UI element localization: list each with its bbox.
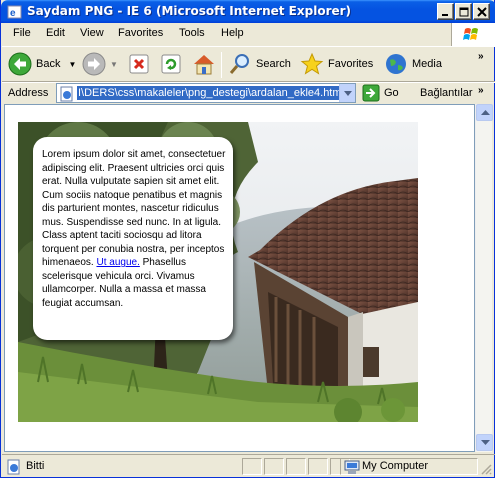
menu-help[interactable]: Help — [221, 27, 244, 39]
menu-edit[interactable]: Edit — [46, 27, 65, 39]
forward-button[interactable]: ▼ — [82, 49, 118, 79]
menu-tools[interactable]: Tools — [179, 27, 205, 39]
back-button[interactable]: Back ▼ — [8, 49, 76, 79]
search-icon — [229, 54, 249, 74]
links-chevron-icon[interactable]: » — [478, 85, 484, 96]
done-page-icon — [6, 459, 22, 478]
favorites-button[interactable]: Favorites — [300, 49, 373, 79]
links-label[interactable]: Bağlantılar — [420, 87, 473, 99]
status-cell — [264, 458, 284, 475]
ie-logo-icon: e — [7, 4, 23, 20]
search-label: Search — [256, 58, 291, 70]
media-globe-icon — [386, 54, 406, 74]
media-label: Media — [412, 58, 442, 70]
status-text: Bitti — [26, 460, 45, 472]
stop-icon — [129, 54, 149, 74]
go-button[interactable]: Go — [362, 84, 399, 102]
status-cell — [286, 458, 306, 475]
menu-view[interactable]: View — [80, 27, 104, 39]
address-label: Address — [8, 87, 49, 99]
maximize-button[interactable] — [455, 3, 472, 20]
card-text-start: Lorem ipsum dolor sit amet, consectetuer… — [42, 149, 226, 268]
go-arrow-icon — [362, 84, 380, 102]
search-button[interactable]: Search — [228, 49, 291, 79]
favorites-label: Favorites — [328, 58, 374, 70]
title-bar[interactable]: e Saydam PNG - IE 6 (Microsoft Internet … — [1, 0, 495, 23]
toolbar-separator — [221, 52, 222, 78]
svg-text:e: e — [10, 8, 16, 19]
address-url[interactable]: I\DERS\css\makaleler\png_destegi\ardalan… — [77, 86, 345, 100]
address-input[interactable]: I\DERS\css\makaleler\png_destegi\ardalan… — [56, 83, 356, 103]
menu-bar: File Edit View Favorites Tools Help — [2, 23, 450, 44]
address-dropdown-button[interactable] — [339, 84, 355, 102]
minimize-button[interactable] — [437, 3, 454, 20]
favorites-star-icon — [300, 52, 324, 75]
back-label: Back — [36, 58, 61, 70]
stop-button[interactable] — [128, 49, 150, 79]
zone-text: My Computer — [362, 460, 429, 472]
scroll-down-arrow-icon — [481, 440, 490, 445]
menu-favorites[interactable]: Favorites — [118, 27, 163, 39]
card-link[interactable]: Ut augue. — [96, 257, 139, 268]
scroll-down-button[interactable] — [476, 434, 493, 451]
go-label: Go — [384, 87, 399, 99]
text-card: Lorem ipsum dolor sit amet, consectetuer… — [33, 137, 233, 340]
status-bar: Bitti My Computer — [2, 454, 495, 477]
address-bar: Address I\DERS\css\makaleler\png_destegi… — [2, 82, 495, 103]
menu-file[interactable]: File — [13, 27, 31, 39]
status-cell — [308, 458, 328, 475]
window-title: Saydam PNG - IE 6 (Microsoft Internet Ex… — [27, 4, 352, 18]
forward-dropdown-icon[interactable]: ▼ — [110, 60, 118, 69]
vertical-scrollbar[interactable] — [475, 104, 493, 452]
home-icon — [194, 55, 214, 75]
page-content: Lorem ipsum dolor sit amet, consectetuer… — [4, 104, 475, 452]
refresh-button[interactable] — [160, 49, 182, 79]
home-button[interactable] — [192, 49, 216, 79]
media-button[interactable]: Media — [384, 49, 442, 79]
page-icon — [59, 86, 75, 105]
toolbar-chevron-icon[interactable]: » — [478, 51, 484, 62]
resize-grip-icon[interactable] — [480, 463, 492, 478]
windows-logo-icon — [451, 23, 495, 46]
browser-window: e Saydam PNG - IE 6 (Microsoft Internet … — [0, 0, 495, 478]
refresh-icon — [161, 54, 181, 74]
status-cell — [242, 458, 262, 475]
back-arrow-icon — [8, 52, 32, 76]
scroll-up-button[interactable] — [476, 104, 493, 121]
my-computer-icon — [344, 459, 360, 478]
forward-arrow-icon — [82, 52, 106, 76]
back-dropdown-icon[interactable]: ▼ — [68, 60, 76, 69]
standard-toolbar: Back ▼ ▼ Search Favorites Media » — [2, 46, 495, 82]
scroll-up-arrow-icon — [481, 110, 490, 115]
close-button[interactable] — [473, 3, 490, 20]
